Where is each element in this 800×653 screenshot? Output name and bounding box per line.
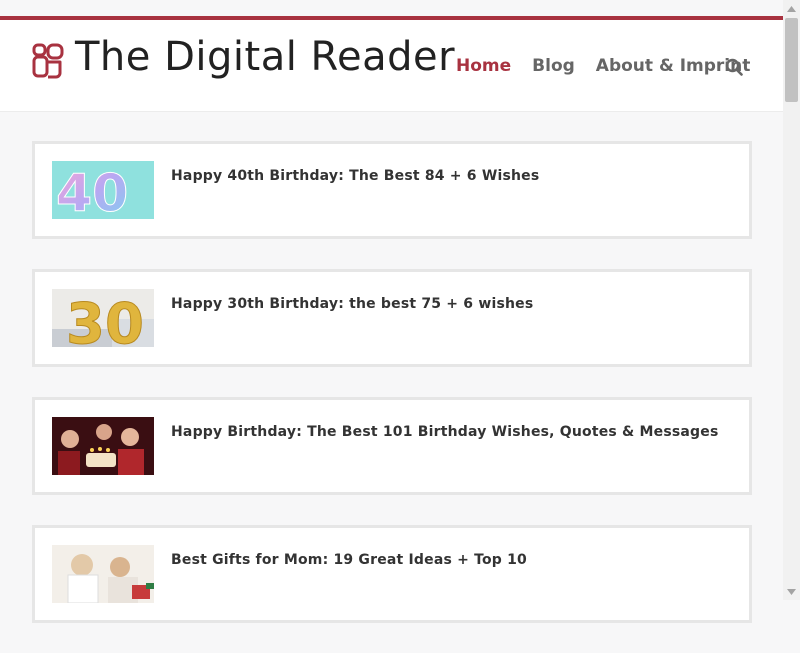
post-title[interactable]: Happy 40th Birthday: The Best 84 + 6 Wis… — [171, 168, 539, 184]
post-title[interactable]: Happy Birthday: The Best 101 Birthday Wi… — [171, 424, 719, 440]
post-card[interactable]: 40 Happy 40th Birthday: The Best 84 + 6 … — [32, 141, 752, 239]
logo-icon[interactable] — [31, 41, 65, 79]
post-title[interactable]: Happy 30th Birthday: the best 75 + 6 wis… — [171, 296, 533, 312]
site-logo-text[interactable]: The Digital Reader — [75, 34, 455, 80]
svg-text:40: 40 — [56, 164, 128, 219]
scroll-up-arrow-icon[interactable] — [783, 0, 800, 17]
nav-item-home[interactable]: Home — [456, 56, 511, 76]
post-thumbnail[interactable] — [52, 545, 154, 603]
scrollbar-thumb[interactable] — [785, 18, 798, 102]
vertical-scrollbar[interactable] — [783, 0, 800, 600]
post-thumbnail[interactable]: 40 — [52, 161, 154, 219]
search-icon[interactable] — [725, 58, 743, 76]
post-card[interactable]: 30 Happy 30th Birthday: the best 75 + 6 … — [32, 269, 752, 367]
site-header: The Digital Reader Home Blog About & Imp… — [0, 20, 783, 112]
post-list: 40 Happy 40th Birthday: The Best 84 + 6 … — [32, 141, 752, 653]
svg-text:30: 30 — [66, 292, 144, 347]
post-card[interactable]: Happy Birthday: The Best 101 Birthday Wi… — [32, 397, 752, 495]
scroll-down-arrow-icon[interactable] — [783, 583, 800, 600]
post-thumbnail[interactable]: 30 — [52, 289, 154, 347]
post-title[interactable]: Best Gifts for Mom: 19 Great Ideas + Top… — [171, 552, 527, 568]
post-thumbnail[interactable] — [52, 417, 154, 475]
post-card[interactable]: Best Gifts for Mom: 19 Great Ideas + Top… — [32, 525, 752, 623]
nav-item-blog[interactable]: Blog — [532, 56, 575, 76]
